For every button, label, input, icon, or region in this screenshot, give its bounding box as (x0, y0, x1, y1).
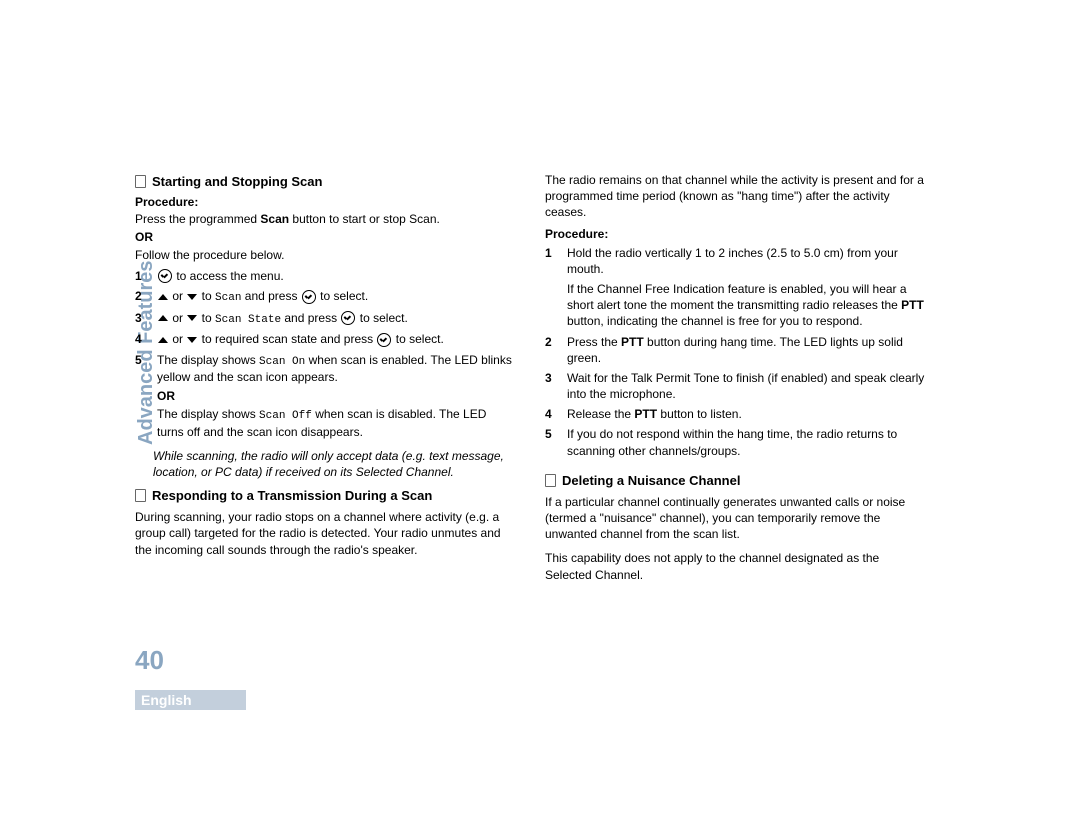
heading-deleting-nuisance: Deleting a Nuisance Channel (545, 473, 925, 488)
step-5-or: OR (157, 388, 515, 404)
nuisance-paragraph-2: This capability does not apply to the ch… (545, 550, 925, 582)
step-5: 5 The display shows Scan On when scan is… (135, 352, 515, 440)
up-arrow-icon (158, 337, 168, 343)
heading-text: Responding to a Transmission During a Sc… (152, 488, 432, 503)
step-3: 3 Wait for the Talk Permit Tone to finis… (545, 370, 925, 402)
heading-text: Deleting a Nuisance Channel (562, 473, 740, 488)
step-5: 5 If you do not respond within the hang … (545, 426, 925, 458)
step-2: 2 or to Scan and press to select. (135, 288, 515, 306)
heading-text: Starting and Stopping Scan (152, 174, 322, 189)
step-3: 3 or to Scan State and press to select. (135, 310, 515, 328)
procedure-label: Procedure: (135, 195, 515, 209)
right-column: The radio remains on that channel while … (545, 170, 925, 585)
left-column: Starting and Stopping Scan Procedure: Pr… (135, 170, 515, 585)
ok-icon (302, 290, 316, 304)
ok-icon (158, 269, 172, 283)
step-1: 1 to access the menu. (135, 268, 515, 284)
nuisance-paragraph-1: If a particular channel continually gene… (545, 494, 925, 543)
press-scan-line: Press the programmed Scan button to star… (135, 211, 515, 227)
ok-icon (341, 311, 355, 325)
step-4: 4 or to required scan state and press to… (135, 331, 515, 347)
scan-steps: 1 to access the menu. 2 or to Scan and p… (135, 268, 515, 440)
heading-responding-transmission: Responding to a Transmission During a Sc… (135, 488, 515, 503)
follow-line: Follow the procedure below. (135, 247, 515, 263)
up-arrow-icon (158, 315, 168, 321)
step-4: 4 Release the PTT button to listen. (545, 406, 925, 422)
scan-note: While scanning, the radio will only acce… (153, 448, 515, 480)
down-arrow-icon (187, 315, 197, 321)
step-2: 2 Press the PTT button during hang time.… (545, 334, 925, 366)
down-arrow-icon (187, 294, 197, 300)
document-icon (545, 474, 556, 487)
page-content: Starting and Stopping Scan Procedure: Pr… (135, 170, 945, 710)
or-label: OR (135, 229, 515, 245)
document-icon (135, 489, 146, 502)
responding-paragraph: During scanning, your radio stops on a c… (135, 509, 515, 558)
up-arrow-icon (158, 294, 168, 300)
respond-steps: 1 Hold the radio vertically 1 to 2 inche… (545, 245, 925, 459)
ok-icon (377, 333, 391, 347)
step-1: 1 Hold the radio vertically 1 to 2 inche… (545, 245, 925, 330)
document-icon (135, 175, 146, 188)
procedure-label: Procedure: (545, 227, 925, 241)
heading-starting-stopping-scan: Starting and Stopping Scan (135, 174, 515, 189)
hang-time-paragraph: The radio remains on that channel while … (545, 172, 925, 221)
down-arrow-icon (187, 337, 197, 343)
